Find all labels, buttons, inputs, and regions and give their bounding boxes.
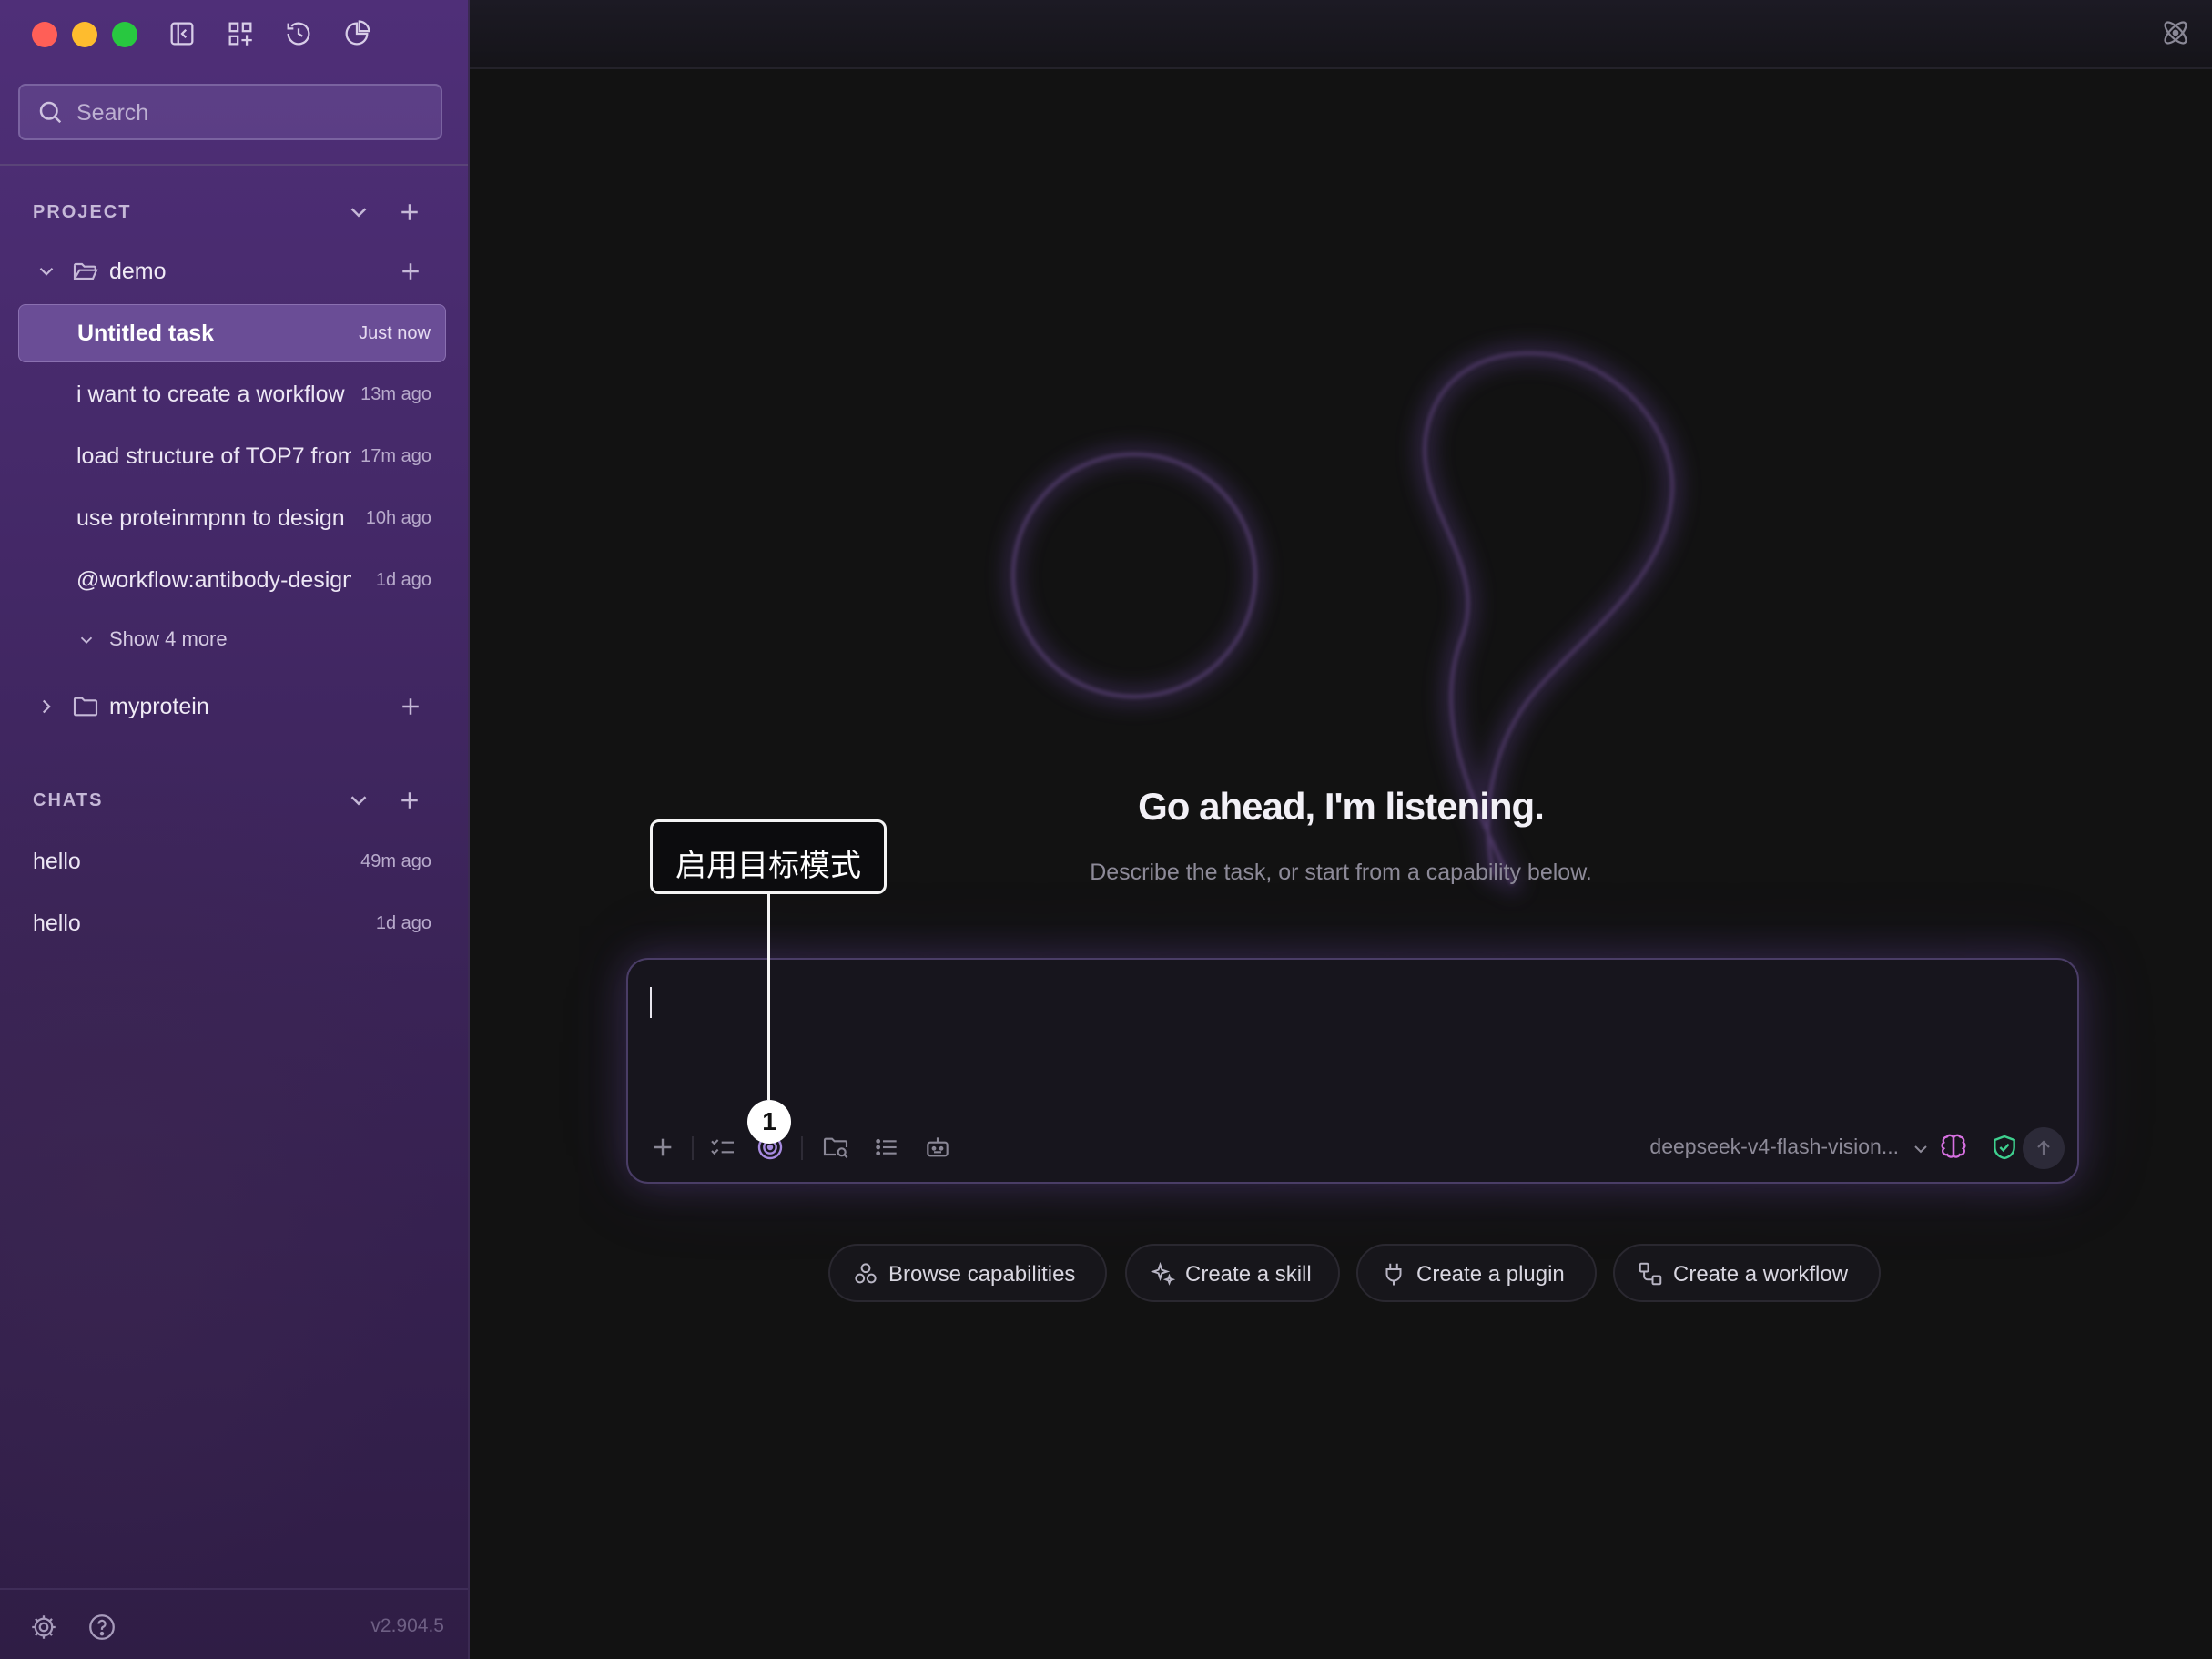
task-item-active[interactable]: Untitled task Just now: [18, 304, 446, 362]
capabilities-icon: [852, 1260, 879, 1288]
chip-label: Create a skill: [1185, 1262, 1312, 1287]
task-time: 17m ago: [360, 446, 431, 466]
chats-section-header: CHATS: [33, 790, 104, 810]
chat-item[interactable]: hello 49m ago: [18, 833, 446, 891]
chat-title: hello: [33, 849, 81, 874]
atom-icon[interactable]: [2159, 16, 2192, 49]
add-chat-icon[interactable]: [396, 787, 423, 814]
task-time: 10h ago: [365, 508, 431, 528]
apps-grid-icon[interactable]: [225, 18, 256, 49]
folder-icon: [71, 692, 100, 721]
add-task-icon[interactable]: [397, 693, 424, 720]
project-section-header: PROJECT: [33, 202, 132, 222]
sparkle-icon: [1149, 1260, 1176, 1288]
task-item[interactable]: use proteinmpnn to design 10h ago: [18, 490, 446, 548]
toolbar-separator: [692, 1136, 694, 1160]
capability-chips: Browse capabilities Create a skill Creat…: [470, 1244, 2212, 1304]
maximize-window-button[interactable]: [112, 22, 137, 47]
task-title: Untitled task: [77, 321, 215, 346]
top-bar: [470, 0, 2212, 69]
search-input[interactable]: [75, 93, 424, 133]
task-item[interactable]: @workflow:antibody-design 1d ago: [18, 552, 446, 610]
chat-time: 49m ago: [360, 851, 431, 871]
search-box[interactable]: [18, 84, 442, 140]
agent-robot-icon[interactable]: [923, 1133, 952, 1162]
folder-search-icon[interactable]: [821, 1133, 850, 1162]
task-title: @workflow:antibody-design: [76, 567, 351, 593]
task-time: Just now: [359, 323, 431, 343]
model-selector[interactable]: deepseek-v4-flash-vision...: [1649, 1135, 1899, 1159]
create-workflow-button[interactable]: Create a workflow: [1613, 1244, 1881, 1302]
project-name: demo: [109, 259, 167, 284]
project-item-myprotein[interactable]: myprotein: [0, 683, 468, 730]
task-title: i want to create a workflow: [76, 382, 345, 407]
minimize-window-button[interactable]: [72, 22, 97, 47]
chip-label: Create a plugin: [1416, 1262, 1565, 1287]
sidebar: PROJECT demo Untitled task Just now i wa…: [0, 0, 470, 1659]
chevron-down-icon: [76, 630, 96, 650]
browse-capabilities-button[interactable]: Browse capabilities: [828, 1244, 1107, 1302]
sidebar-footer-divider: [0, 1588, 468, 1590]
show-more-label: Show 4 more: [109, 627, 228, 650]
plug-icon: [1380, 1260, 1407, 1288]
chevron-down-icon[interactable]: [345, 198, 372, 226]
annotation-leader-line: [767, 894, 770, 1100]
chat-title: hello: [33, 911, 81, 936]
chevron-down-icon[interactable]: [1910, 1138, 1932, 1160]
chat-item[interactable]: hello 1d ago: [18, 895, 446, 953]
chevron-down-icon[interactable]: [345, 787, 372, 814]
annotation-badge: 1: [747, 1100, 791, 1144]
add-attachment-icon[interactable]: [648, 1133, 677, 1162]
checklist-icon[interactable]: [708, 1133, 737, 1162]
project-item-demo[interactable]: demo: [0, 248, 468, 295]
chip-label: Create a workflow: [1673, 1262, 1849, 1287]
task-title: use proteinmpnn to design: [76, 505, 345, 531]
chevron-right-icon[interactable]: [35, 695, 58, 718]
chat-time: 1d ago: [375, 913, 431, 933]
create-plugin-button[interactable]: Create a plugin: [1356, 1244, 1597, 1302]
shield-check-icon[interactable]: [1990, 1133, 2019, 1162]
toolbar-separator: [801, 1136, 803, 1160]
add-task-icon[interactable]: [397, 258, 424, 285]
usage-pie-icon[interactable]: [341, 18, 372, 49]
task-time: 13m ago: [360, 384, 431, 404]
close-window-button[interactable]: [32, 22, 57, 47]
chip-label: Browse capabilities: [888, 1262, 1076, 1287]
create-skill-button[interactable]: Create a skill: [1125, 1244, 1340, 1302]
help-icon[interactable]: [86, 1612, 117, 1643]
task-title: load structure of TOP7 from PDB: [76, 443, 351, 469]
task-time: 1d ago: [375, 570, 431, 590]
project-name: myprotein: [109, 694, 209, 719]
list-icon[interactable]: [872, 1133, 901, 1162]
collapse-sidebar-icon[interactable]: [167, 18, 198, 49]
prompt-composer[interactable]: deepseek-v4-flash-vision...: [626, 958, 2079, 1184]
chevron-down-icon[interactable]: [35, 260, 58, 283]
folder-open-icon: [71, 257, 100, 286]
workflow-icon: [1637, 1260, 1664, 1288]
app-version: v2.904.5: [370, 1615, 444, 1636]
settings-gear-icon[interactable]: [28, 1612, 59, 1643]
send-button[interactable]: [2023, 1127, 2065, 1169]
sidebar-divider: [0, 164, 468, 166]
task-item[interactable]: i want to create a workflow 13m ago: [18, 366, 446, 424]
text-caret: [650, 987, 652, 1018]
task-item[interactable]: load structure of TOP7 from PDB 17m ago: [18, 428, 446, 486]
add-project-icon[interactable]: [396, 198, 423, 226]
search-icon: [36, 98, 64, 126]
annotation-callout: 启用目标模式: [650, 819, 887, 894]
history-icon[interactable]: [283, 18, 314, 49]
callout-text: 启用目标模式: [675, 848, 861, 884]
brain-icon[interactable]: [1939, 1133, 1968, 1162]
